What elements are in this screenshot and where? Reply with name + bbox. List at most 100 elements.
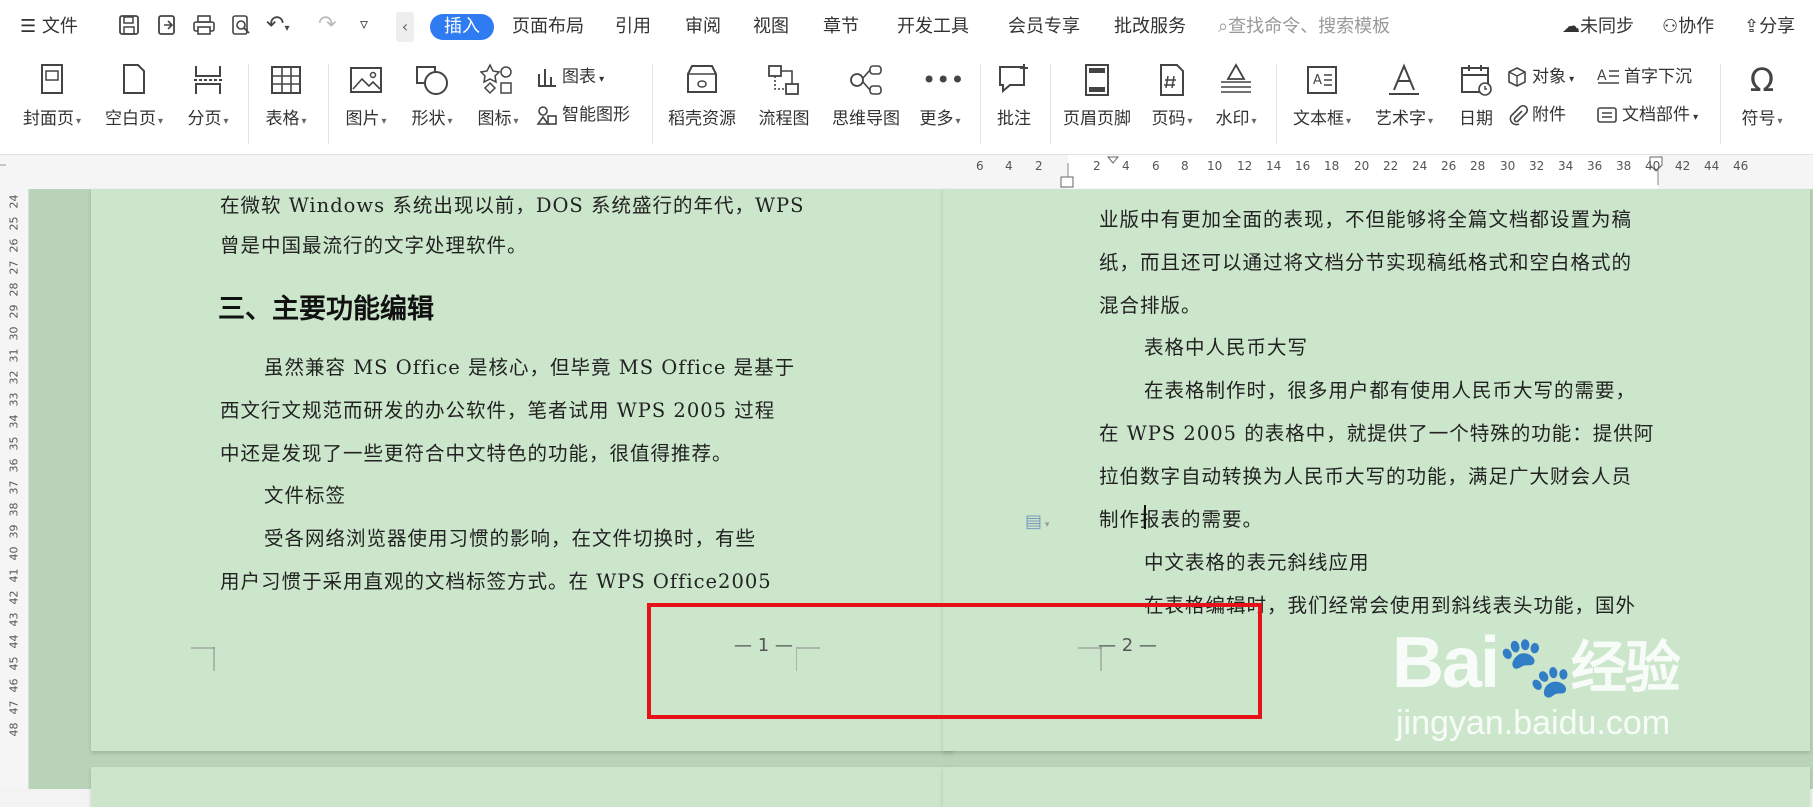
paragraph-line[interactable]: 受各网络浏览器使用习惯的影响，在文件切换时，有些 (264, 522, 756, 551)
mind-map-button[interactable]: 思维导图 (826, 60, 906, 142)
ruler-number: 44 (1704, 159, 1720, 173)
tab-review[interactable]: 审阅 (685, 14, 721, 40)
chart-button[interactable]: 图表 ▾ (536, 62, 604, 92)
paragraph-line[interactable]: 在表格制作时，很多用户都有使用人民币大写的需要， (1144, 374, 1636, 403)
paragraph-line[interactable]: 中还是发现了一些更符合中文特色的功能，很值得推荐。 (220, 437, 733, 466)
tab-section[interactable]: 章节 (823, 14, 859, 40)
paragraph-line[interactable]: 拉伯数字自动转换为人民币大写的功能，满足广大财会人员 (1099, 460, 1632, 489)
document-parts-icon (1597, 107, 1617, 123)
drop-cap-button[interactable]: A 首字下沉 (1596, 62, 1692, 92)
docer-resources-button[interactable]: 稻壳资源 (662, 60, 742, 142)
ribbon-separator (980, 64, 981, 144)
table-button[interactable]: 表格 ▾ (258, 60, 314, 142)
paragraph-line[interactable]: 曾是中国最流行的文字处理软件。 (220, 229, 528, 258)
paragraph-line[interactable]: 混合排版。 (1099, 289, 1202, 318)
paragraph-line[interactable]: 纸，而且还可以通过将文档分节实现稿纸格式和空白格式的 (1099, 246, 1632, 275)
export-pdf-icon[interactable] (156, 14, 178, 40)
page-number-button[interactable]: 页码 ▾ (1144, 60, 1200, 142)
print-preview-icon[interactable] (230, 14, 252, 40)
ruler-number: 42 (7, 590, 21, 605)
collapse-tabs-icon[interactable]: ‹ (396, 12, 414, 42)
user-icon: ⚇ (1662, 16, 1679, 37)
tab-references[interactable]: 引用 (615, 14, 651, 40)
date-button[interactable]: 日期 (1452, 60, 1500, 142)
smart-art-icon (536, 106, 557, 125)
print-icon[interactable] (192, 14, 216, 40)
paragraph-line[interactable]: 虽然兼容 MS Office 是核心，但毕竟 MS Office 是基于 (264, 351, 795, 380)
ruler-number: 6 (1152, 159, 1160, 173)
ruler-number: 6 (976, 159, 984, 173)
collab-button[interactable]: ⚇协作 (1662, 14, 1714, 40)
more-button[interactable]: ••• 更多 ▾ (912, 60, 968, 142)
page-break-icon (190, 62, 226, 98)
paragraph-line[interactable]: 表格中人民币大写 (1144, 331, 1308, 360)
paw-icon: 🐾 (1498, 633, 1573, 700)
comment-button[interactable]: 批注 (990, 60, 1038, 142)
paragraph-line[interactable]: 制作报表的需要。 (1099, 503, 1263, 532)
tab-page-layout[interactable]: 页面布局 (512, 14, 584, 40)
cover-page-button[interactable]: 封面页 ▾ (18, 60, 86, 142)
header-footer-icon (1079, 62, 1115, 98)
tab-insert[interactable]: 插入 (430, 14, 494, 40)
vertical-ruler[interactable]: 24 25 26 27 28 29 30 31 32 33 34 35 36 3… (0, 189, 29, 789)
tab-view[interactable]: 视图 (753, 14, 789, 40)
undo-icon[interactable]: ↶▾ (266, 12, 289, 37)
attachment-button[interactable]: 附件 (1506, 100, 1566, 130)
blank-page-button[interactable]: 空白页 ▾ (100, 60, 168, 142)
redo-icon[interactable]: ↷ (318, 12, 336, 37)
ruler-number: 26 (7, 238, 21, 253)
calendar-icon (1458, 62, 1494, 98)
paragraph-line[interactable]: 业版中有更加全面的表现，不但能够将全篇文档都设置为稿 (1099, 203, 1632, 232)
ruler-number: 31 (7, 348, 21, 363)
paragraph-line[interactable]: 用户习惯于采用直观的文档标签方式。在 WPS Office2005 (220, 565, 772, 594)
section-heading[interactable]: 三、主要功能编辑 (218, 287, 434, 326)
ribbon-separator (1050, 64, 1051, 144)
quick-access-dropdown-icon[interactable]: ▿ (360, 14, 368, 33)
paste-options-icon[interactable]: ▤ ▾ (1025, 511, 1049, 532)
ruler-number: 40 (1645, 159, 1661, 173)
object-button[interactable]: 对象 ▾ (1506, 62, 1574, 92)
document-parts-button[interactable]: 文档部件 ▾ (1596, 100, 1698, 130)
horizontal-ruler[interactable]: 6 4 2 2 4 6 8 10 12 14 16 18 20 22 24 26… (0, 155, 1813, 189)
ruler-number: 25 (7, 216, 21, 231)
textbox-icon: A (1304, 62, 1340, 98)
picture-button[interactable]: 图片 ▾ (338, 60, 394, 142)
cloud-icon: ☁ (1562, 16, 1580, 37)
paragraph-line[interactable]: 在 WPS 2005 的表格中，就提供了一个特殊的功能：提供阿 (1099, 417, 1654, 446)
smart-art-button[interactable]: 智能图形 (536, 100, 630, 130)
paragraph-line[interactable]: 在微软 Windows 系统出现以前，DOS 系统盛行的年代，WPS (220, 189, 805, 218)
textbox-button[interactable]: A 文本框 ▾ (1286, 60, 1358, 142)
page-4[interactable] (943, 767, 1810, 807)
page-3[interactable] (91, 767, 953, 807)
symbol-button[interactable]: Ω 符号 ▾ (1730, 60, 1794, 142)
save-icon[interactable] (118, 14, 140, 40)
watermark-url: jingyan.baidu.com (1396, 704, 1671, 742)
ruler-number: 10 (1207, 159, 1223, 173)
page-break-button[interactable]: 分页 ▾ (182, 60, 234, 142)
paragraph-line[interactable]: 文件标签 (264, 479, 346, 508)
wordart-button[interactable]: 艺术字 ▾ (1368, 60, 1440, 142)
sync-status[interactable]: ☁未同步 (1562, 14, 1634, 40)
search-box[interactable]: ⌕查找命令、搜索模板 (1218, 14, 1390, 40)
shape-button[interactable]: 形状 ▾ (404, 60, 460, 142)
menu-bar: ☰ 文件 ↶▾ ↷ ▿ ‹ 插入 页面布局 引用 审阅 视图 章节 开发工具 会… (0, 0, 1813, 54)
flowchart-button[interactable]: 流程图 (752, 60, 816, 142)
tab-developer[interactable]: 开发工具 (897, 14, 969, 40)
icon-button[interactable]: 图标 ▾ (470, 60, 526, 142)
paragraph-line[interactable]: 中文表格的表元斜线应用 (1144, 546, 1370, 575)
tab-member[interactable]: 会员专享 (1008, 14, 1080, 40)
share-button[interactable]: ⇪分享 (1744, 14, 1795, 40)
ruler-number: 28 (1470, 159, 1486, 173)
header-footer-button[interactable]: 页眉页脚 (1058, 60, 1136, 142)
watermark-button[interactable]: 水印 ▾ (1208, 60, 1264, 142)
crop-mark (191, 647, 215, 671)
ruler-number: 44 (7, 634, 21, 649)
flowchart-icon (766, 62, 802, 98)
ruler-number: 4 (1005, 159, 1013, 173)
ruler-number: 32 (1529, 159, 1545, 173)
file-menu[interactable]: ☰ 文件 (20, 14, 78, 40)
tab-correction[interactable]: 批改服务 (1114, 14, 1186, 40)
paragraph-line[interactable]: 西文行文规范而研发的办公软件，笔者试用 WPS 2005 过程 (220, 394, 775, 423)
ruler-number: 45 (7, 656, 21, 671)
icons-library-icon (479, 62, 516, 98)
